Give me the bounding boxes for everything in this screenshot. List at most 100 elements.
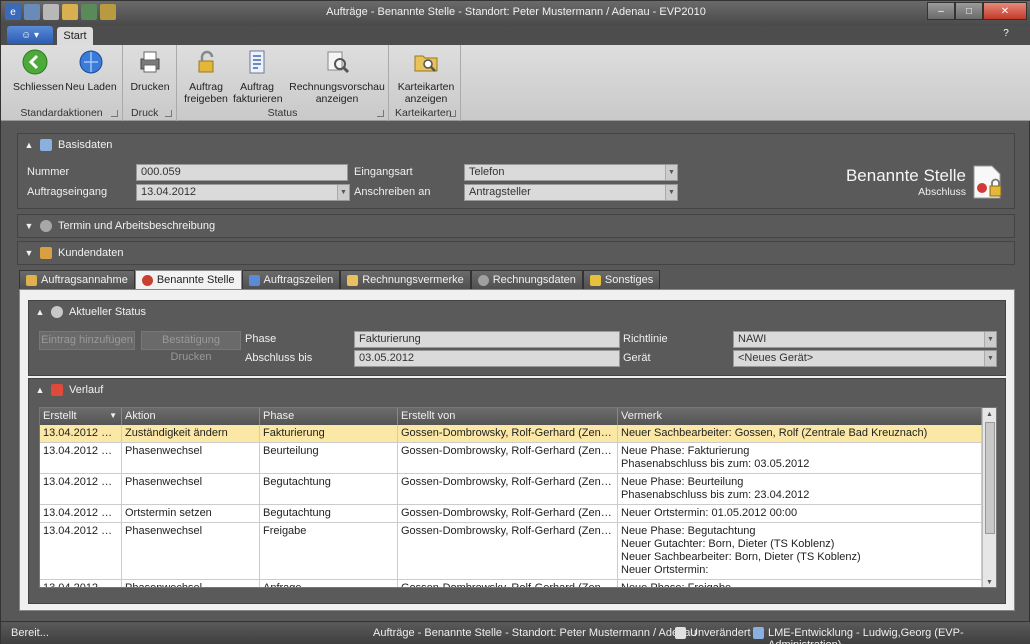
- tab-rechnungsdaten[interactable]: Rechnungsdaten: [470, 270, 583, 289]
- nummer-field[interactable]: 000.059: [136, 164, 348, 181]
- termin-header[interactable]: ▼ Termin und Arbeitsbeschreibung: [18, 215, 1014, 237]
- cell-aktion: Zuständigkeit ändern: [122, 425, 260, 442]
- vertical-scrollbar[interactable]: ▲ ▼: [982, 408, 996, 587]
- back-arrow-icon: [22, 49, 48, 75]
- geraet-select[interactable]: <Neues Gerät> ▼: [733, 350, 997, 367]
- tab-auftragsannahme[interactable]: Auftragsannahme: [19, 270, 135, 289]
- column-header-phase[interactable]: Phase: [260, 408, 398, 425]
- tab-benannte-stelle[interactable]: Benannte Stelle: [134, 270, 242, 289]
- document-check-icon: [675, 627, 686, 639]
- basisdaten-title: Basisdaten: [58, 139, 113, 151]
- auftragseingang-label: Auftragseingang: [27, 186, 108, 198]
- richtlinie-value: NAWI: [738, 333, 767, 345]
- abschluss-label: Abschluss bis: [245, 352, 313, 364]
- column-header-vermerk[interactable]: Vermerk: [618, 408, 982, 425]
- eingangsart-value: Telefon: [469, 166, 505, 178]
- cell-vermerk: Neuer Ortstermin: 01.05.2012 00:00: [618, 505, 982, 522]
- tab-label: Auftragszeilen: [263, 274, 334, 286]
- geraet-label: Gerät: [623, 352, 651, 364]
- cell-phase: Fakturierung: [260, 425, 398, 442]
- chevron-down-icon[interactable]: ▼: [665, 165, 677, 180]
- table-row[interactable]: 13.04.2012 12:27 Phasenwechsel Beurteilung…: [40, 443, 996, 474]
- tab-rechnungsvermerke[interactable]: Rechnungsvermerke: [340, 270, 471, 289]
- collapse-chevron-icon[interactable]: ▲: [35, 307, 45, 317]
- minimize-button[interactable]: –: [927, 2, 955, 20]
- drucken-label: Drucken: [130, 81, 170, 93]
- ribbon-tab-start[interactable]: Start: [57, 27, 93, 45]
- neu-laden-label: Neu Laden: [65, 81, 117, 93]
- auftrag-fakturieren-button[interactable]: Auftrag fakturieren: [233, 49, 283, 105]
- rechnungsvorschau-button[interactable]: Rechnungsvorschau anzeigen: [289, 49, 385, 105]
- dialog-launcher-icon[interactable]: [111, 110, 118, 117]
- verlauf-header[interactable]: ▲ Verlauf: [29, 379, 1005, 401]
- dialog-launcher-icon[interactable]: [377, 110, 384, 117]
- dialog-launcher-icon[interactable]: [449, 110, 456, 117]
- status-title: Aktueller Status: [69, 306, 147, 318]
- kundendaten-header[interactable]: ▼ Kundendaten: [18, 242, 1014, 264]
- auftragseingang-field[interactable]: 13.04.2012 ▼: [136, 184, 350, 201]
- collapse-chevron-icon[interactable]: ▲: [35, 385, 45, 395]
- scroll-thumb[interactable]: [985, 422, 995, 534]
- verlauf-section: ▲ Verlauf Erstellt ▼ Aktion Phase Erstell…: [28, 378, 1006, 604]
- table-row[interactable]: 13.04.2012 12:27 Phasenwechsel Begutachtun…: [40, 474, 996, 505]
- bestaetigung-drucken-button[interactable]: Bestätigung Drucken: [141, 331, 241, 363]
- collapse-chevron-icon[interactable]: ▲: [24, 140, 34, 150]
- cell-phase: Begutachtung: [260, 474, 398, 504]
- neu-laden-button[interactable]: Neu Laden: [65, 49, 117, 93]
- chevron-down-icon[interactable]: ▼: [984, 351, 996, 366]
- cell-vermerk: Neue Phase: Freigabe: [618, 580, 982, 587]
- abschluss-field[interactable]: 03.05.2012: [354, 350, 620, 367]
- cell-erstellt-von: Gossen-Dombrowsky, Rolf-Gerhard (Zentral…: [398, 523, 618, 579]
- column-header-erstellt-von[interactable]: Erstellt von: [398, 408, 618, 425]
- tab-auftragszeilen[interactable]: Auftragszeilen: [241, 270, 341, 289]
- cell-erstellt: 13.04.2012 12:27: [40, 443, 122, 473]
- maximize-button[interactable]: □: [955, 2, 983, 20]
- column-header-aktion[interactable]: Aktion: [122, 408, 260, 425]
- status-environment: LME-Entwicklung - Ludwig,Georg (EVP-Admi…: [768, 627, 964, 644]
- close-button[interactable]: ✕: [983, 2, 1027, 20]
- drucken-button[interactable]: Drucken: [129, 49, 171, 93]
- status-context: Aufträge - Benannte Stelle - Standort: P…: [373, 627, 697, 639]
- eingangsart-select[interactable]: Telefon ▼: [464, 164, 678, 181]
- badge-subtitle: Abschluss: [918, 186, 966, 198]
- globe-refresh-icon: [79, 50, 103, 74]
- anschreiben-label: Anschreiben an: [354, 186, 431, 198]
- chevron-down-icon[interactable]: ▼: [337, 185, 349, 200]
- scroll-down-icon[interactable]: ▼: [983, 576, 996, 587]
- ribbon-group-karteikarten: Karteikarten anzeigen Karteikarten: [389, 45, 461, 121]
- application-menu-button[interactable]: ☺ ▾: [7, 26, 53, 44]
- eintrag-hinzufuegen-button[interactable]: Eintrag hinzufügen: [39, 331, 135, 350]
- chevron-down-icon[interactable]: ▼: [665, 185, 677, 200]
- karteikarten-button[interactable]: Karteikarten anzeigen: [397, 49, 455, 105]
- chevron-down-icon[interactable]: ▼: [984, 332, 996, 347]
- expand-chevron-icon[interactable]: ▼: [24, 248, 34, 258]
- dialog-launcher-icon[interactable]: [165, 110, 172, 117]
- verlauf-grid: Erstellt ▼ Aktion Phase Erstellt von Verm…: [39, 407, 997, 588]
- schliessen-button[interactable]: Schliessen: [13, 49, 64, 93]
- cell-erstellt: 13.04.2012 12:27: [40, 474, 122, 504]
- phase-field[interactable]: Fakturierung: [354, 331, 620, 348]
- table-row[interactable]: 13.04.2012 12:27 Ortstermin setzen Begutac…: [40, 505, 996, 523]
- cell-vermerk: Neue Phase: Begutachtung Neuer Gutachter:…: [618, 523, 982, 579]
- table-row[interactable]: 13.04.2012 12:28 Zuständigkeit ändern Fakt…: [40, 425, 996, 443]
- column-header-erstellt[interactable]: Erstellt ▼: [40, 408, 122, 425]
- help-icon[interactable]: ?: [999, 28, 1013, 42]
- tab-sonstiges[interactable]: Sonstiges: [582, 270, 661, 289]
- document-icon: [40, 139, 52, 151]
- auftrag-freigeben-button[interactable]: Auftrag freigeben: [183, 49, 229, 105]
- seal-icon: [141, 274, 153, 286]
- eingangsart-label: Eingangsart: [354, 166, 413, 178]
- table-row[interactable]: 13.04.2012 12:26 Phasenwechsel Anfrage Goss…: [40, 580, 996, 587]
- basisdaten-header[interactable]: ▲ Basisdaten: [18, 134, 1014, 156]
- scroll-up-icon[interactable]: ▲: [983, 408, 996, 421]
- richtlinie-select[interactable]: NAWI ▼: [733, 331, 997, 348]
- anschreiben-select[interactable]: Antragsteller ▼: [464, 184, 678, 201]
- table-row[interactable]: 13.04.2012 12:26 Phasenwechsel Freigabe Gos…: [40, 523, 996, 580]
- cell-erstellt-von: Gossen-Dombrowsky, Rolf-Gerhard (Zentral…: [398, 474, 618, 504]
- ribbon: Schliessen Neu Laden Standardaktionen Dr…: [1, 45, 1030, 121]
- status-header[interactable]: ▲ Aktueller Status: [29, 301, 1005, 323]
- termin-section: ▼ Termin und Arbeitsbeschreibung: [17, 214, 1015, 238]
- cell-aktion: Phasenwechsel: [122, 443, 260, 473]
- expand-chevron-icon[interactable]: ▼: [24, 221, 34, 231]
- cell-aktion: Ortstermin setzen: [122, 505, 260, 522]
